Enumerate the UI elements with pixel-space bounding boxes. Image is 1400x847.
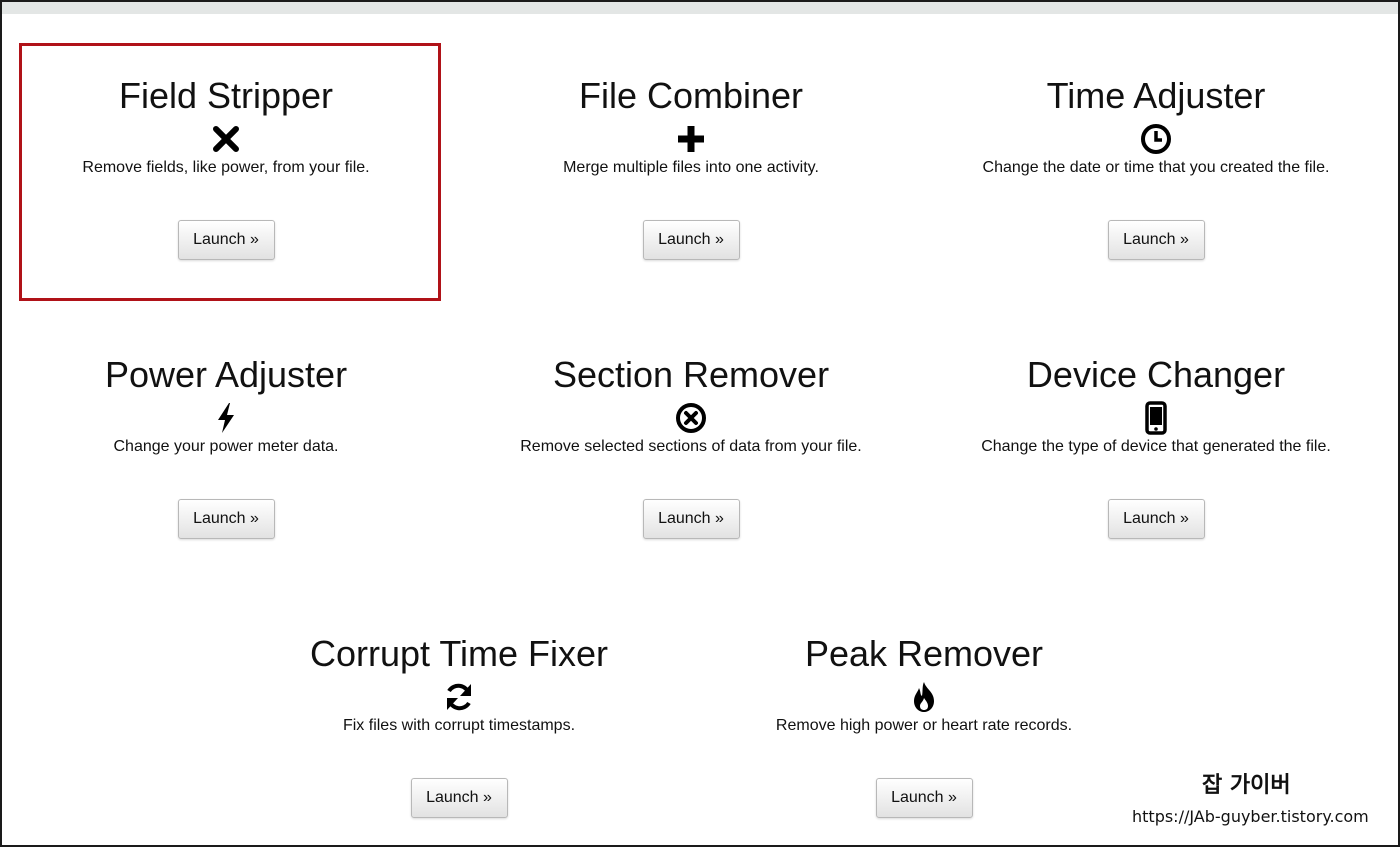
tool-description: Change your power meter data. (113, 438, 339, 455)
tool-description: Remove selected sections of data from yo… (520, 438, 862, 455)
tool-title: Device Changer (1026, 354, 1286, 395)
tool-description: Merge multiple files into one activity. (563, 159, 819, 176)
tool-description: Change the date or time that you created… (982, 159, 1330, 176)
plus-icon (671, 122, 711, 156)
phone-icon (1136, 401, 1176, 435)
watermark-title: 잡 가이버 (1202, 773, 1291, 798)
circle-x-icon (671, 401, 711, 435)
tool-power-adjuster: Power Adjuster Change your power meter d… (16, 355, 436, 539)
fire-icon (904, 680, 944, 714)
launch-button[interactable]: Launch » (875, 778, 973, 818)
tool-title: Section Remover (552, 354, 830, 395)
tool-corrupt-time-fixer: Corrupt Time Fixer Fix files with corrup… (249, 634, 669, 818)
launch-button[interactable]: Launch » (177, 499, 275, 539)
tool-description: Remove high power or heart rate records. (775, 717, 1073, 734)
tool-title: Time Adjuster (1046, 75, 1266, 116)
launch-button[interactable]: Launch » (1107, 499, 1205, 539)
clock-icon (1136, 122, 1176, 156)
tool-title: File Combiner (578, 75, 804, 116)
tool-section-remover: Section Remover Remove selected sections… (481, 355, 901, 539)
tool-time-adjuster: Time Adjuster Change the date or time th… (946, 76, 1366, 260)
tool-title: Peak Remover (804, 633, 1044, 674)
tool-description: Fix files with corrupt timestamps. (342, 717, 576, 734)
page-frame: Field Stripper Remove fields, like power… (0, 0, 1400, 847)
launch-button[interactable]: Launch » (642, 499, 740, 539)
watermark-url: https://JAb-guyber.tistory.com (1132, 807, 1369, 826)
tool-title: Corrupt Time Fixer (309, 633, 609, 674)
tool-title: Power Adjuster (104, 354, 348, 395)
tool-file-combiner: File Combiner Merge multiple files into … (481, 76, 901, 260)
highlight-box (19, 43, 441, 301)
refresh-icon (439, 680, 479, 714)
tool-description: Change the type of device that generated… (981, 438, 1331, 455)
launch-button[interactable]: Launch » (1107, 220, 1205, 260)
top-bar (2, 2, 1398, 14)
launch-button[interactable]: Launch » (410, 778, 508, 818)
tool-device-changer: Device Changer Change the type of device… (946, 355, 1366, 539)
launch-button[interactable]: Launch » (642, 220, 740, 260)
tool-peak-remover: Peak Remover Remove high power or heart … (714, 634, 1134, 818)
lightning-icon (206, 401, 246, 435)
